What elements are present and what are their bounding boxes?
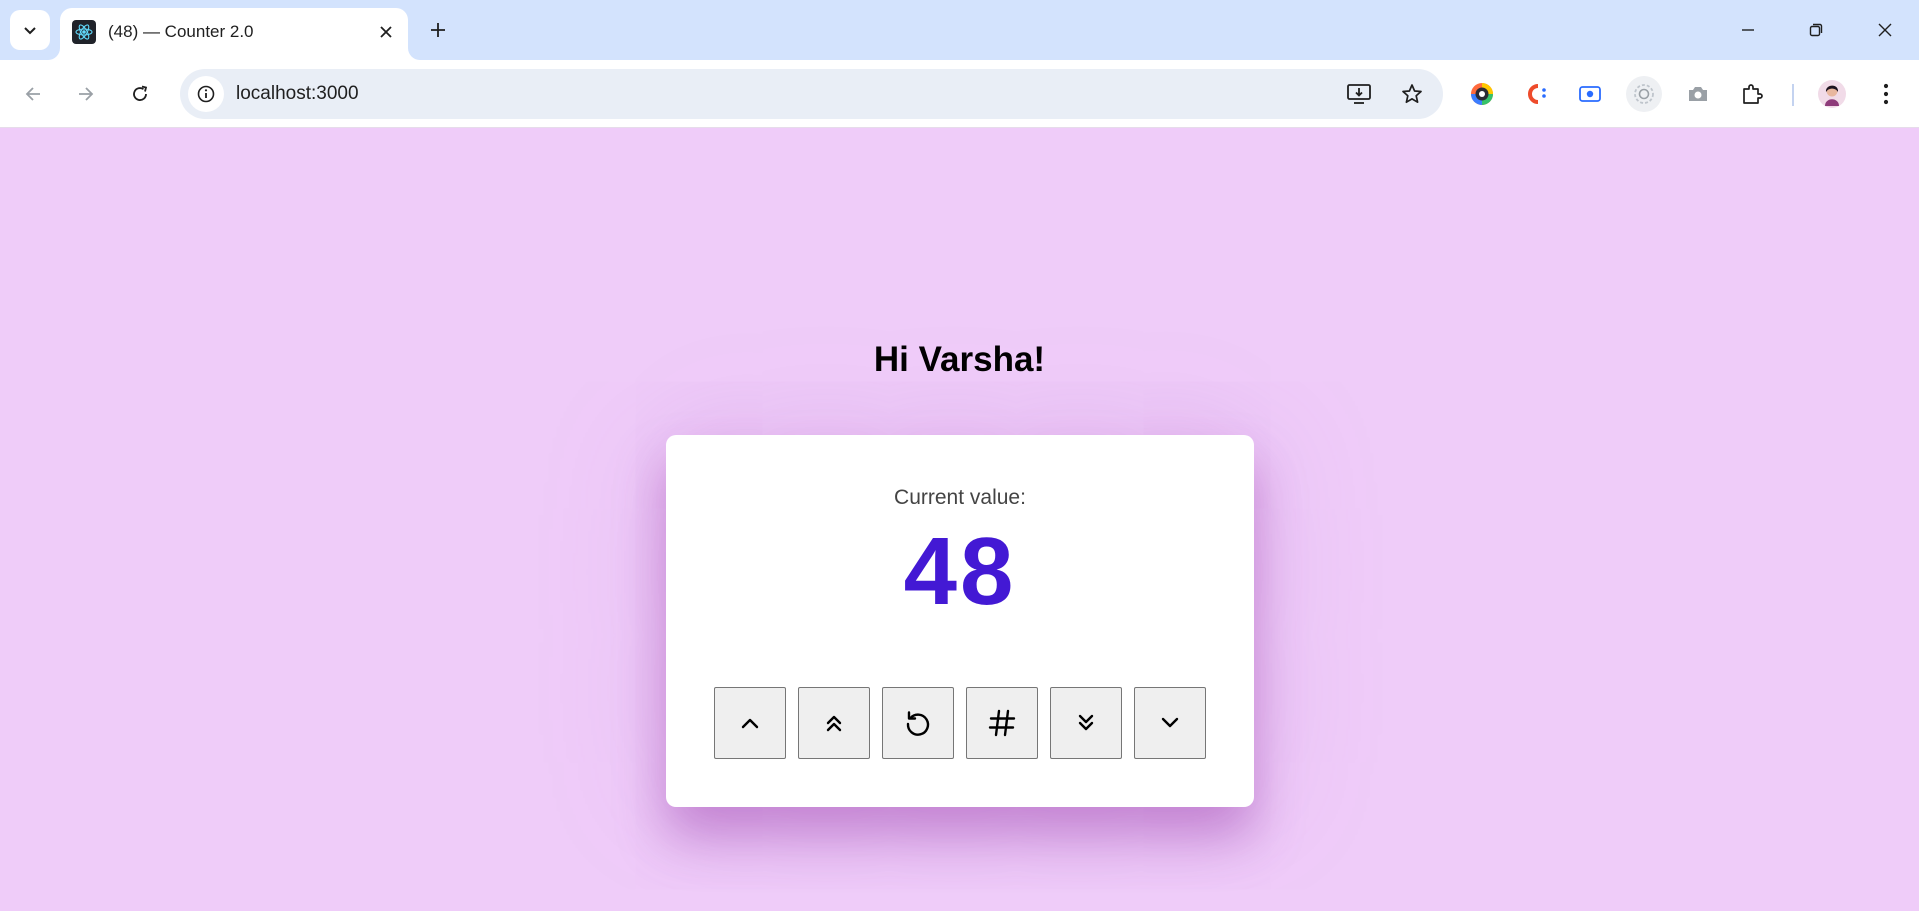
- chevron-up-icon: [741, 718, 759, 729]
- avatar: [1818, 80, 1846, 108]
- toolbar-separator: [1792, 84, 1794, 106]
- site-info-button[interactable]: [188, 76, 224, 112]
- minimize-button[interactable]: [1714, 0, 1782, 60]
- counter-card: Current value: 48: [666, 435, 1254, 807]
- reload-button[interactable]: [122, 76, 158, 112]
- minimize-icon: [1742, 29, 1754, 31]
- counter-controls: [714, 687, 1206, 759]
- reset-button[interactable]: [882, 687, 954, 759]
- tab-search-button[interactable]: [10, 10, 50, 50]
- color-picker-icon: [1471, 83, 1493, 105]
- browser-toolbar: localhost:3000: [0, 60, 1919, 128]
- hash-icon: [988, 709, 1016, 737]
- close-icon: [1878, 23, 1892, 37]
- decrement-double-button[interactable]: [1050, 687, 1122, 759]
- tab-strip: (48) — Counter 2.0: [0, 0, 1919, 60]
- set-value-button[interactable]: [966, 687, 1038, 759]
- screen-record-extension[interactable]: [1572, 76, 1608, 112]
- current-value: 48: [903, 518, 1017, 625]
- new-tab-button[interactable]: [420, 12, 456, 48]
- loader-icon: [1634, 84, 1654, 104]
- cashback-extension[interactable]: [1518, 76, 1554, 112]
- chevron-down-icon: [1161, 717, 1179, 728]
- arrow-right-icon: [79, 87, 94, 101]
- close-icon: [380, 26, 392, 38]
- bookmark-button[interactable]: [1396, 78, 1428, 110]
- rotate-ccw-icon: [906, 711, 930, 736]
- active-tab[interactable]: (48) — Counter 2.0: [60, 8, 408, 60]
- reload-icon: [133, 85, 148, 101]
- cashback-icon: [1528, 84, 1546, 104]
- increment-button[interactable]: [714, 687, 786, 759]
- double-chevron-down-icon: [1078, 714, 1094, 731]
- profile-button[interactable]: [1814, 76, 1850, 112]
- color-picker-extension[interactable]: [1464, 76, 1500, 112]
- puzzle-icon: [1743, 84, 1763, 104]
- current-value-label: Current value:: [894, 486, 1026, 509]
- url-text: localhost:3000: [236, 83, 359, 104]
- camera-icon: [1689, 87, 1707, 101]
- info-icon: [197, 85, 215, 103]
- tab-title: (48) — Counter 2.0: [108, 22, 254, 41]
- loader-extension[interactable]: [1626, 76, 1662, 112]
- plus-icon: [431, 23, 445, 37]
- arrow-left-icon: [25, 87, 40, 101]
- forward-button[interactable]: [68, 76, 104, 112]
- greeting-heading: Hi Varsha!: [873, 340, 1046, 379]
- back-button[interactable]: [15, 76, 51, 112]
- more-vertical-icon: [1883, 83, 1889, 105]
- react-logo-icon: [72, 20, 96, 44]
- close-window-button[interactable]: [1851, 0, 1919, 60]
- restore-icon: [1809, 23, 1823, 37]
- tab-close-button[interactable]: [374, 20, 398, 44]
- star-icon: [1402, 84, 1422, 104]
- extensions-button[interactable]: [1734, 76, 1770, 112]
- double-chevron-up-icon: [826, 715, 842, 732]
- decrement-button[interactable]: [1134, 687, 1206, 759]
- menu-button[interactable]: [1868, 76, 1904, 112]
- camera-extension[interactable]: [1680, 76, 1716, 112]
- restore-button[interactable]: [1782, 0, 1850, 60]
- install-icon: [1347, 84, 1371, 104]
- install-app-button[interactable]: [1343, 78, 1375, 110]
- screen-record-icon: [1579, 86, 1601, 102]
- address-bar[interactable]: localhost:3000: [180, 69, 1443, 119]
- chevron-down-icon: [24, 27, 36, 35]
- increment-double-button[interactable]: [798, 687, 870, 759]
